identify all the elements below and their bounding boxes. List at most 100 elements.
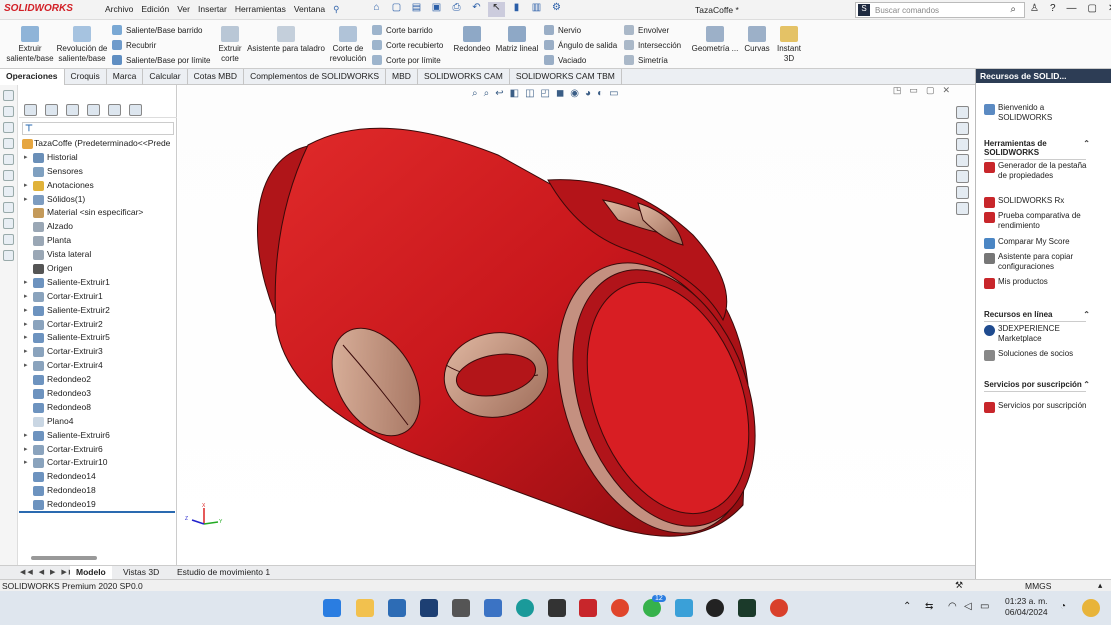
view-palette-icon[interactable] [956,154,969,167]
custom-properties-icon[interactable] [956,186,969,199]
file-properties-icon[interactable]: ▥ [528,2,545,17]
tree-item[interactable]: Redondeo14 [19,470,177,484]
curvas-button[interactable]: Curvas [742,26,772,54]
save-icon[interactable]: ▣ [428,2,445,17]
tool-link-6[interactable]: Mis productos [984,277,1094,289]
tool-icon-4[interactable] [3,138,14,149]
property-manager-icon[interactable] [45,104,58,116]
search-commands[interactable]: S Buscar comandos ⌕ [855,2,1025,18]
tab-solidworks-cam-tbm[interactable]: SOLIDWORKS CAM TBM [510,69,622,85]
tool-link-1[interactable]: Generador de la pestaña de propiedades [984,161,1094,181]
expand-arrow-icon[interactable]: ▸ [24,276,28,290]
tree-item[interactable]: ▸ Saliente-Extruir1 [19,276,177,290]
app-icon-5[interactable] [738,599,756,617]
menu-ver[interactable]: Ver [177,4,190,15]
menu-insertar[interactable]: Insertar [198,4,227,15]
asistente-taladro-button[interactable]: Asistente para taladro [246,26,326,54]
volume-icon[interactable]: ◁ [964,601,972,612]
angulo-salida-button[interactable]: Ángulo de salida [544,40,617,50]
tool-link-3[interactable]: Prueba comparativa de rendimiento [984,211,1094,231]
tree-item[interactable]: Sensores [19,165,177,179]
file-explorer-icon[interactable] [956,138,969,151]
tree-item[interactable]: ▸ Anotaciones [19,179,177,193]
envolver-button[interactable]: Envolver [624,25,669,35]
revolucion-base-button[interactable]: Revolución de saliente/base [56,26,108,64]
corte-recubierto-button[interactable]: Corte recubierto [372,40,443,50]
tray-app-icon[interactable]: ⇆ [925,601,933,612]
tool-icon-3[interactable] [3,122,14,133]
menu-edicion[interactable]: Edición [141,4,169,15]
vaciado-button[interactable]: Vaciado [544,55,586,65]
limite-base-button[interactable]: Saliente/Base por límite [112,55,211,65]
chrome-icon[interactable] [611,599,629,617]
simetria-button[interactable]: Simetría [624,55,668,65]
pin-icon[interactable]: ⚲ [333,4,339,15]
notifications-icon[interactable]: ◔ [1060,601,1066,612]
solidworks-taskbar-icon[interactable] [579,599,597,617]
corte-limite-button[interactable]: Corte por límite [372,55,441,65]
undo-icon[interactable]: ↶ [468,2,485,17]
tree-item[interactable]: Material <sin especificar> [19,206,177,220]
festo-fluidsim-icon[interactable] [484,599,502,617]
expand-arrow-icon[interactable]: ▸ [24,345,28,359]
search-input[interactable]: Buscar comandos [875,6,939,15]
units-label[interactable]: MMGS [1025,581,1051,591]
expand-arrow-icon[interactable]: ▸ [24,290,28,304]
graphics-area[interactable]: ⌕ ⌕ ↩ ◧ ◫ ◰ ◼ ◉ ◕ ◐ ▭ ◳ ▭ ▢ ✕ X Y Z [178,85,974,565]
chrome-profile-icon[interactable] [770,599,788,617]
app-icon-2[interactable] [452,599,470,617]
collapse-chevron-icon[interactable]: ⌃ [1083,139,1090,148]
recubrir-button[interactable]: Recubrir [112,40,156,50]
app-icon-4[interactable] [675,599,693,617]
nervio-button[interactable]: Nervio [544,25,581,35]
tool-link-2[interactable]: SOLIDWORKS Rx [984,196,1094,208]
subscription-section-header[interactable]: Servicios por suscripción ⌃ [984,380,1090,392]
appearances-icon[interactable] [956,170,969,183]
design-library-icon[interactable] [956,122,969,135]
tab-complementos[interactable]: Complementos de SOLIDWORKS [244,69,387,85]
menu-archivo[interactable]: Archivo [105,4,133,15]
menu-ventana[interactable]: Ventana [294,4,325,15]
tree-item[interactable]: ▸ Cortar-Extruir6 [19,443,177,457]
online-section-header[interactable]: Recursos en línea ⌃ [984,310,1090,322]
expand-arrow-icon[interactable]: ▸ [24,318,28,332]
tree-item[interactable]: ▸ Cortar-Extruir1 [19,290,177,304]
tree-item[interactable]: ▸ Cortar-Extruir4 [19,359,177,373]
tool-icon-1[interactable] [3,90,14,101]
tree-root-part[interactable]: TazaCoffe (Predeterminado<<Prede [19,137,177,151]
expand-arrow-icon[interactable]: ▸ [24,304,28,318]
interseccion-button[interactable]: Intersección [624,40,681,50]
file-explorer-taskbar-icon[interactable] [356,599,374,617]
tab-estudio-movimiento[interactable]: Estudio de movimiento 1 [171,566,276,580]
tab-calcular[interactable]: Calcular [143,69,188,85]
expand-arrow-icon[interactable]: ▸ [24,193,28,207]
expand-arrow-icon[interactable]: ▸ [24,429,28,443]
app-icon-3[interactable] [548,599,566,617]
collapse-chevron-icon[interactable]: ⌃ [1083,380,1090,389]
rollback-bar[interactable] [19,511,175,513]
instant3d-button[interactable]: Instant 3D [774,26,804,64]
tool-icon-8[interactable] [3,202,14,213]
tool-icon-11[interactable] [3,250,14,261]
subscription-link[interactable]: Servicios por suscripción [984,401,1094,413]
tab-operaciones[interactable]: Operaciones [0,69,65,85]
redondeo-button[interactable]: Redondeo [452,26,492,54]
tool-icon-9[interactable] [3,218,14,229]
welcome-link[interactable]: Bienvenido a SOLIDWORKS [984,103,1094,123]
extruir-corte-button[interactable]: Extruir corte [214,26,246,64]
help-icon[interactable]: ? [1050,3,1056,14]
tree-item[interactable]: Redondeo19 [19,498,177,512]
online-link-2[interactable]: Soluciones de socios [984,349,1094,361]
tab-croquis[interactable]: Croquis [65,69,107,85]
tab-cotas-mbd[interactable]: Cotas MBD [188,69,245,85]
menu-herramientas[interactable]: Herramientas [235,4,286,15]
tree-item[interactable]: ▸ Saliente-Extruir2 [19,304,177,318]
cam-manager-icon[interactable] [129,104,142,116]
tab-mbd[interactable]: MBD [386,69,418,85]
tool-link-4[interactable]: Comparar My Score [984,237,1094,249]
tool-icon-7[interactable] [3,186,14,197]
tab-navigation-arrows[interactable]: ◀◀ ◀ ▶ ▶▶ [20,568,76,576]
tool-icon-2[interactable] [3,106,14,117]
configuration-manager-icon[interactable] [66,104,79,116]
feature-manager-tree-icon[interactable] [24,104,37,116]
